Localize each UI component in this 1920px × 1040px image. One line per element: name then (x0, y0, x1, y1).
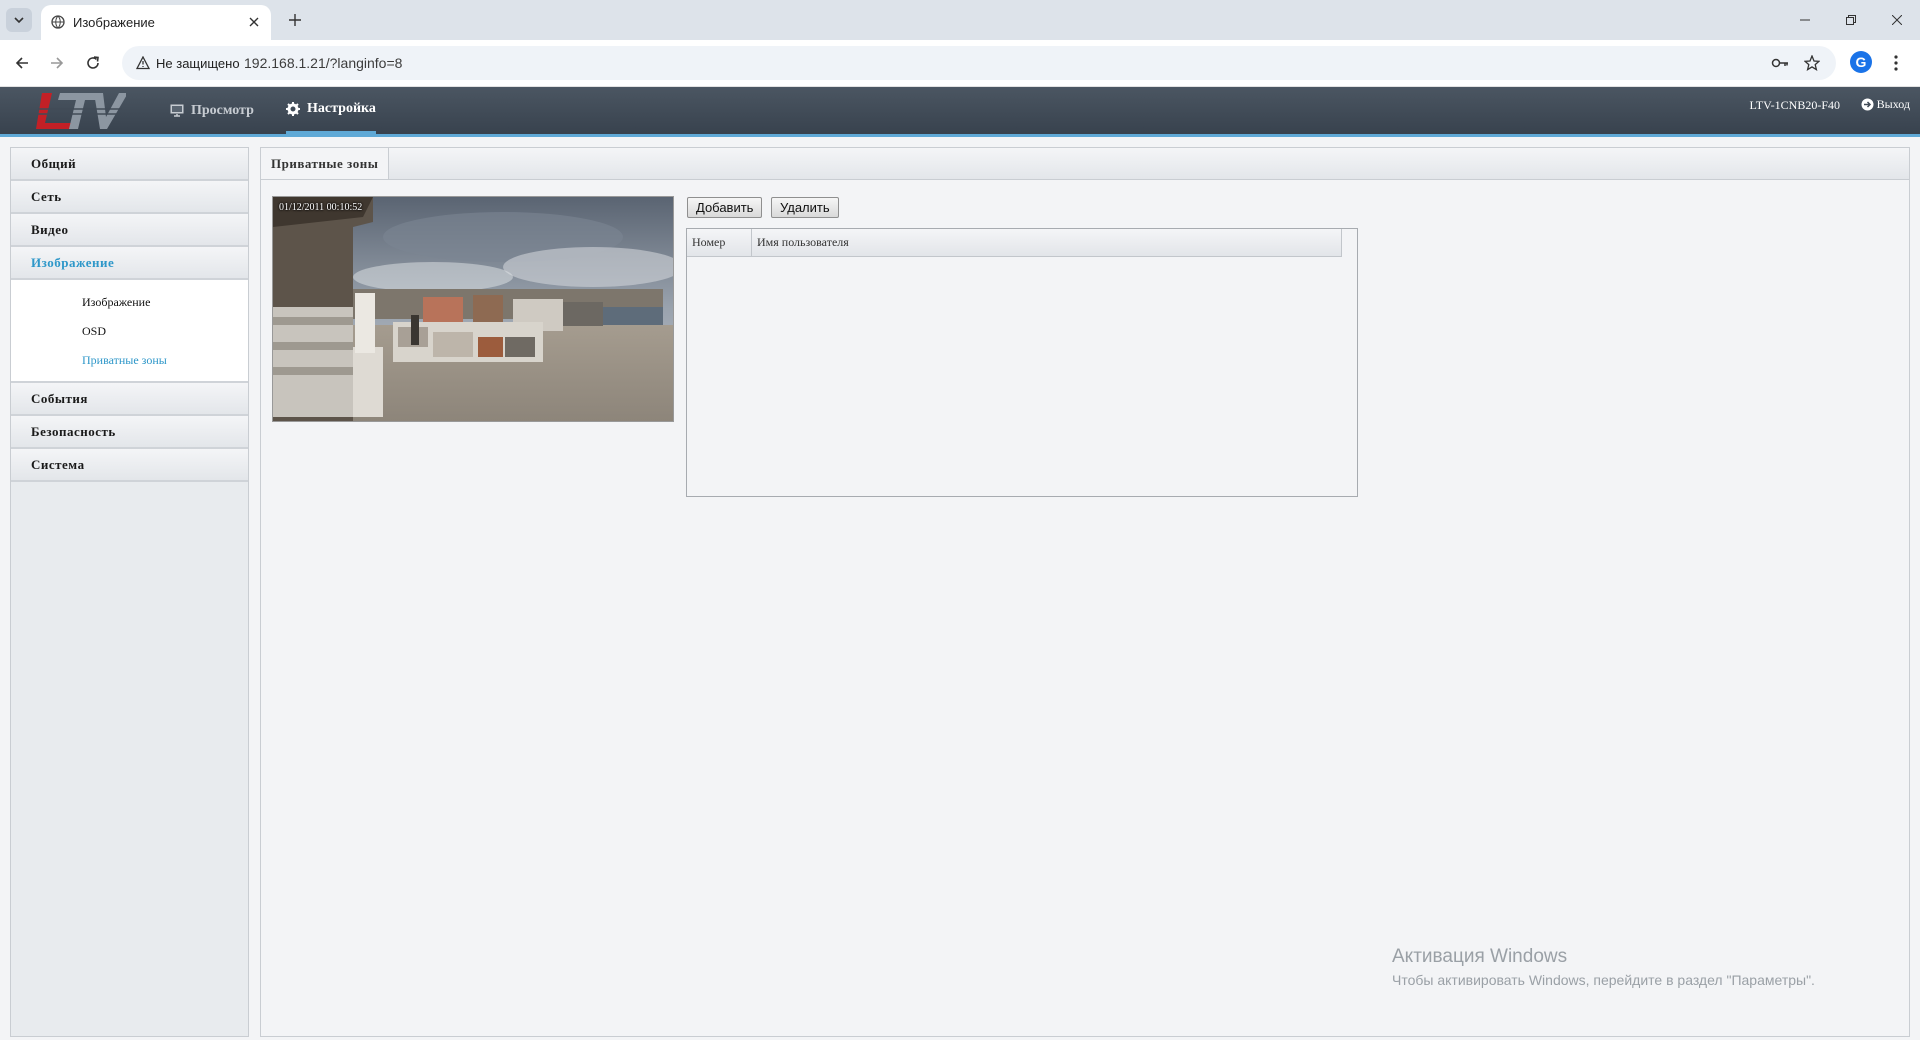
sidebar-section-general[interactable]: Общий (11, 148, 248, 181)
add-button[interactable]: Добавить (687, 197, 763, 218)
star-icon (1804, 55, 1820, 71)
monitor-icon (170, 104, 184, 117)
column-number[interactable]: Номер (687, 229, 752, 256)
gear-icon (286, 102, 300, 116)
table-header: Номер Имя пользователя (687, 229, 1342, 257)
close-icon (249, 17, 259, 27)
browser-tabstrip: Изображение (0, 0, 1920, 40)
url-text: 192.168.1.21/?langinfo=8 (244, 55, 403, 71)
close-window-button[interactable] (1874, 0, 1920, 40)
passwords-button[interactable] (1770, 53, 1790, 73)
tab-privacy-zones[interactable]: Приватные зоны (261, 148, 390, 179)
arrow-left-icon (15, 57, 28, 69)
camera-preview[interactable]: 01/12/2011 00:10:52 (272, 196, 674, 422)
nav-view-label: Просмотр (191, 102, 254, 118)
restore-icon (1846, 15, 1856, 25)
key-icon (1771, 58, 1788, 68)
sidebar-section-security[interactable]: Безопасность (11, 416, 248, 449)
browser-menu-button[interactable] (1886, 50, 1906, 76)
content-panel: Приватные зоны 01/12/2011 00:10:52 Добав… (260, 147, 1910, 1037)
minimize-icon (1800, 19, 1810, 21)
sidebar-section-events[interactable]: События (11, 383, 248, 416)
column-user-name[interactable]: Имя пользователя (752, 229, 1341, 256)
bookmark-button[interactable] (1802, 53, 1822, 73)
reload-icon (87, 56, 99, 69)
chevron-down-icon (14, 17, 24, 24)
logout-icon (1861, 98, 1874, 111)
tab-close-button[interactable] (245, 13, 263, 31)
close-icon (1892, 15, 1902, 25)
delete-button[interactable]: Удалить (771, 197, 839, 218)
security-chip[interactable]: Не защищено (130, 52, 246, 74)
browser-toolbar: Не защищено 192.168.1.21/?langinfo=8 G (0, 40, 1920, 87)
more-vertical-icon (1894, 55, 1898, 71)
logout-button[interactable]: Выход (1861, 97, 1910, 112)
restore-button[interactable] (1828, 0, 1874, 40)
watermark-subtitle: Чтобы активировать Windows, перейдите в … (1392, 972, 1815, 988)
sidebar-section-network[interactable]: Сеть (11, 181, 248, 214)
ltv-logo (36, 93, 126, 129)
privacy-zones-table: Номер Имя пользователя (686, 228, 1358, 497)
sidebar-image-submenu: Изображение OSD Приватные зоны (11, 280, 248, 383)
browser-tab[interactable]: Изображение (41, 5, 271, 40)
sidebar-section-system[interactable]: Система (11, 449, 248, 482)
camera-image (273, 197, 673, 421)
tab-title: Изображение (73, 15, 155, 30)
address-bar[interactable]: Не защищено 192.168.1.21/?langinfo=8 (122, 46, 1836, 80)
sidebar-section-video[interactable]: Видео (11, 214, 248, 247)
logout-label: Выход (1876, 97, 1910, 111)
nav-view[interactable]: Просмотр (170, 87, 254, 134)
arrow-right-icon (51, 57, 64, 69)
plus-icon (289, 14, 301, 26)
sidebar-section-image[interactable]: Изображение (11, 247, 248, 280)
windows-activation-watermark: Активация Windows Чтобы активировать Win… (1392, 946, 1815, 988)
tab-search-button[interactable] (6, 8, 32, 32)
sidebar-item-image[interactable]: Изображение (11, 288, 248, 317)
back-button[interactable] (9, 50, 35, 76)
profile-avatar-icon[interactable]: G (1850, 51, 1872, 73)
minimize-button[interactable] (1782, 0, 1828, 40)
nav-settings-label: Настройка (307, 101, 376, 116)
content-tabbar: Приватные зоны (261, 148, 1909, 180)
forward-button[interactable] (44, 50, 70, 76)
osd-timestamp: 01/12/2011 00:10:52 (279, 202, 363, 213)
app-header: Просмотр Настройка LTV-1CNB20-F40 Выход (0, 87, 1920, 137)
sidebar-item-privacy-zones[interactable]: Приватные зоны (11, 346, 248, 375)
nav-settings[interactable]: Настройка (286, 87, 376, 134)
new-tab-button[interactable] (283, 8, 307, 32)
settings-sidebar: Общий Сеть Видео Изображение Изображение… (10, 147, 249, 1037)
sidebar-item-osd[interactable]: OSD (11, 317, 248, 346)
device-name: LTV-1CNB20-F40 (1749, 98, 1840, 112)
security-label: Не защищено (156, 55, 240, 71)
warning-icon (136, 56, 150, 70)
globe-icon (51, 15, 65, 29)
watermark-title: Активация Windows (1392, 946, 1568, 967)
reload-button[interactable] (80, 50, 106, 76)
